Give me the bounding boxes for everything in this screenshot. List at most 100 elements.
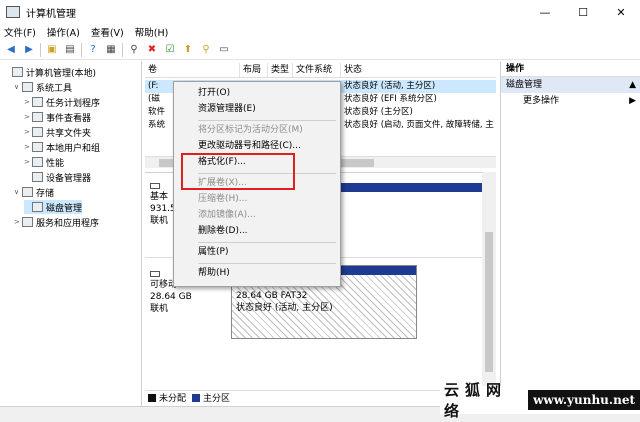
column-type[interactable]: 类型 — [268, 63, 293, 77]
scroll-thumb[interactable] — [485, 232, 493, 372]
tree-item[interactable]: 计算机管理(本地) — [4, 65, 96, 79]
column-volume[interactable]: 卷 — [145, 63, 240, 77]
more-actions-item[interactable]: 更多操作 ▶ — [501, 93, 640, 109]
disk-status: 联机 — [150, 216, 169, 226]
tree-item[interactable]: 设备管理器 — [24, 170, 91, 184]
forward-icon[interactable]: ▶ — [22, 43, 36, 57]
disk-status: 联机 — [150, 304, 169, 314]
tree-node-icon — [32, 127, 43, 137]
tree-item-label: 事件查看器 — [46, 113, 92, 124]
cell-status: 状态良好 (启动, 页面文件, 故障转储, 主 — [344, 120, 494, 130]
menu-action[interactable]: 操作(A) — [47, 25, 80, 39]
legend-unallocated: 未分配 — [159, 394, 187, 404]
tree-node-icon — [32, 172, 43, 182]
cell-status: 状态良好 (主分区) — [344, 107, 413, 117]
cell-vol: 软件 — [148, 107, 166, 117]
tree-node-icon — [32, 112, 43, 122]
watermark-cn: 云狐网络 — [444, 381, 508, 420]
more-actions-label: 更多操作 — [523, 96, 560, 106]
disk-icon — [150, 183, 160, 189]
tree-node-icon — [32, 142, 43, 152]
vertical-scrollbar[interactable] — [482, 172, 496, 388]
tree-node-icon — [32, 202, 43, 212]
chevron-right-icon[interactable]: > — [14, 218, 22, 226]
context-menu-item[interactable]: 打开(O) — [174, 86, 340, 101]
disk-0-info: 基本 931.5 联机 — [150, 183, 176, 227]
legend-primary: 主分区 — [203, 394, 231, 404]
chevron-right-icon[interactable]: > — [24, 128, 32, 136]
chevron-right-icon[interactable]: > — [24, 143, 32, 151]
view-icon[interactable]: ▭ — [217, 43, 231, 57]
column-filesystem[interactable]: 文件系统 — [293, 63, 341, 77]
back-icon[interactable]: ◀ — [4, 43, 18, 57]
cell-vol: 系统 — [148, 120, 166, 130]
actions-disk-management[interactable]: 磁盘管理 ▲ — [501, 77, 640, 93]
tree-item-label: 任务计划程序 — [46, 98, 101, 109]
chevron-right-icon[interactable]: > — [24, 113, 32, 121]
disk-size: 931.5 — [150, 204, 176, 214]
properties-icon[interactable]: ▦ — [104, 43, 118, 57]
context-menu-item: 压缩卷(H)... — [198, 194, 248, 204]
disk-0-partition-bar[interactable] — [341, 183, 482, 193]
menu-file[interactable]: 文件(F) — [4, 25, 36, 39]
menu-separator — [198, 242, 336, 243]
partition-size: 28.64 GB FAT32 — [236, 291, 308, 301]
tree-item[interactable]: > 服务和应用程序 — [14, 215, 99, 229]
chevron-down-icon[interactable]: ∨ — [14, 83, 22, 91]
delete-icon[interactable]: ✖ — [145, 43, 159, 57]
connect-icon[interactable]: ⚲ — [127, 43, 141, 57]
menu-help[interactable]: 帮助(H) — [135, 25, 169, 39]
column-status[interactable]: 状态 — [341, 63, 496, 77]
tree-item-label: 系统工具 — [36, 83, 73, 94]
context-menu-item[interactable]: 属性(P) — [174, 245, 340, 260]
partition-bar — [341, 183, 482, 192]
context-menu-item[interactable]: 资源管理器(E) — [174, 102, 340, 117]
menu-view[interactable]: 查看(V) — [91, 25, 124, 39]
maximize-button[interactable]: ☐ — [564, 0, 602, 24]
context-menu-item[interactable]: 删除卷(D)... — [174, 224, 340, 239]
tree-item[interactable]: > 任务计划程序 — [24, 95, 100, 109]
folder-up-icon[interactable]: ▣ — [45, 43, 59, 57]
cell-vol: (F: — [148, 81, 159, 91]
chevron-down-icon[interactable]: ∨ — [14, 188, 22, 196]
tree-item-label: 存储 — [36, 188, 55, 199]
tree-item-label: 设备管理器 — [46, 173, 92, 184]
actions-pane: 操作 磁盘管理 ▲ 更多操作 ▶ — [500, 61, 640, 406]
context-menu-item: 添加镜像(A)... — [198, 210, 256, 220]
tree-item[interactable]: ∨ 系统工具 — [14, 80, 72, 94]
tree-item[interactable]: > 事件查看器 — [24, 110, 91, 124]
actions-section-label: 磁盘管理 — [506, 80, 543, 90]
navigation-tree: 计算机管理(本地) ∨ 系统工具 > 任务计划程序 > 事件查看器 > 共享文件夹 > 本地用户和组… — [0, 61, 142, 406]
toolbar-divider — [81, 42, 82, 57]
tree-item-label: 性能 — [46, 158, 65, 169]
chevron-right-icon: ▶ — [629, 96, 636, 106]
column-layout[interactable]: 布局 — [240, 63, 268, 77]
menu-separator — [198, 120, 336, 121]
tree-item-label: 共享文件夹 — [46, 128, 92, 139]
cell-status: 状态良好 (活动, 主分区) — [344, 81, 436, 91]
chevron-right-icon[interactable]: > — [24, 98, 32, 106]
window-title: 计算机管理 — [26, 8, 76, 20]
search-icon[interactable]: ⚲ — [199, 43, 213, 57]
tree-node-icon — [12, 67, 23, 77]
wizard-icon[interactable]: ⬆ — [181, 43, 195, 57]
help-icon[interactable]: ? — [86, 43, 100, 57]
tree-item[interactable]: > 性能 — [24, 155, 64, 169]
tree-item[interactable]: > 共享文件夹 — [24, 125, 91, 139]
tree-item[interactable]: ∨ 存储 — [14, 185, 54, 199]
context-menu-item[interactable]: 更改驱动器号和路径(C)... — [174, 139, 340, 154]
tree-item[interactable]: 磁盘管理 — [24, 200, 83, 214]
toolbar-divider — [122, 42, 123, 57]
close-button[interactable]: ✕ — [602, 0, 640, 24]
context-menu-item[interactable]: 帮助(H) — [174, 266, 340, 281]
chevron-right-icon[interactable]: > — [24, 158, 32, 166]
console-icon[interactable]: ▤ — [63, 43, 77, 57]
minimize-button[interactable]: — — [526, 0, 564, 24]
tree-item[interactable]: > 本地用户和组 — [24, 140, 100, 154]
check-icon[interactable]: ☑ — [163, 43, 177, 57]
tree-node-icon — [22, 187, 33, 197]
computer-management-icon — [6, 6, 20, 18]
toolbar-divider — [40, 42, 41, 57]
disk-icon — [150, 271, 160, 277]
watermark-url: www.yunhu.net — [528, 390, 640, 410]
